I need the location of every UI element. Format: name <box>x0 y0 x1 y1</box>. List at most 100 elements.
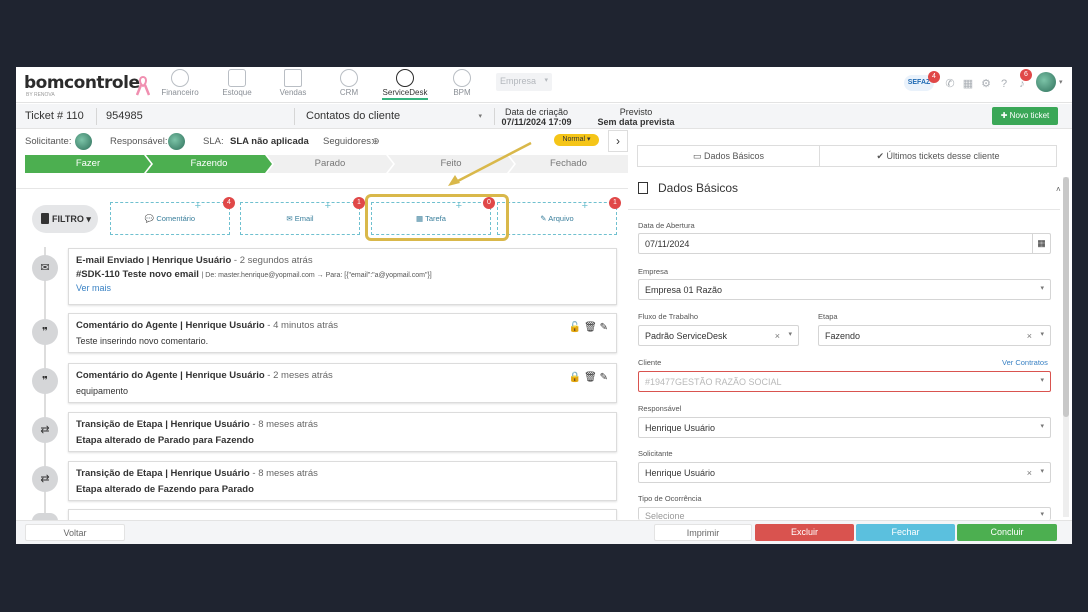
delete-button[interactable]: Excluir <box>755 524 854 541</box>
stage-fazer[interactable]: Fazer <box>25 155 151 173</box>
nav-label: Financeiro <box>161 88 199 97</box>
nav-crm[interactable]: CRM <box>320 69 378 97</box>
see-more-link[interactable]: Ver mais <box>76 283 609 293</box>
item-user: Henrique Usuário <box>185 320 265 331</box>
clear-icon[interactable]: × <box>1027 468 1032 478</box>
sefaz-badge: 4 <box>928 71 940 83</box>
etapa-select-field[interactable]: Fazendo × ▾ <box>818 325 1051 346</box>
dollar-icon <box>171 69 189 87</box>
cliente-select-field[interactable]: #19477GESTÃO RAZÃO SOCIAL ▾ <box>638 371 1051 392</box>
filter-button[interactable]: FILTRO ▾ <box>32 205 98 233</box>
divider <box>96 108 97 125</box>
filter-label: FILTRO <box>52 214 84 224</box>
ver-contratos-link[interactable]: Ver Contratos <box>1002 358 1048 367</box>
calendar-icon[interactable]: ▦ <box>1032 234 1050 253</box>
priority-badge[interactable]: Normal ▾ <box>554 134 599 146</box>
followers-label: Seguidores: <box>323 136 374 147</box>
contact-select[interactable]: Contatos do cliente ▾ <box>306 104 486 129</box>
fluxo-select-field[interactable]: Padrão ServiceDesk × ▾ <box>638 325 799 346</box>
conclude-button[interactable]: Concluir <box>957 524 1057 541</box>
nav-vendas[interactable]: Vendas <box>264 69 322 97</box>
stage-fazendo[interactable]: Fazendo <box>146 155 272 173</box>
responsavel-avatar[interactable] <box>168 133 185 150</box>
tab-label: Dados Básicos <box>703 151 765 161</box>
unlock-icon[interactable]: 🔓 <box>569 322 581 333</box>
lock-icon[interactable]: 🔒 <box>569 372 581 383</box>
chevron-up-icon[interactable]: ˄ <box>1056 185 1061 194</box>
whatsapp-icon[interactable]: ✆ <box>944 78 956 90</box>
print-button[interactable]: Imprimir <box>654 524 752 541</box>
close-ticket-button[interactable]: Fechar <box>856 524 955 541</box>
cliente-value: #19477GESTÃO RAZÃO SOCIAL <box>645 377 782 387</box>
plus-icon: ✚ <box>1000 111 1010 120</box>
plus-icon: + <box>324 200 331 212</box>
trash-icon[interactable]: 🗑 <box>584 322 597 333</box>
gear-icon[interactable]: ⚙ <box>980 78 992 90</box>
ticket-number: Ticket # 110 <box>25 110 84 122</box>
caret-down-icon: ▾ <box>1040 285 1044 292</box>
back-button[interactable]: Voltar <box>25 524 125 541</box>
trash-icon[interactable]: 🗑 <box>584 372 597 383</box>
responsavel-value: Henrique Usuário <box>645 423 716 433</box>
divider <box>628 209 1060 210</box>
tab-ultimos-tickets[interactable]: ✔ Últimos tickets desse cliente <box>820 146 1056 166</box>
item-time: 8 meses atrás <box>258 419 318 430</box>
add-comment-button[interactable]: 💬 Comentário + <box>110 200 230 235</box>
clear-icon[interactable]: × <box>1027 331 1032 341</box>
timeline-item: Transição de Etapa | Henrique Usuário - … <box>68 461 617 501</box>
nav-servicedesk[interactable]: ServiceDesk <box>376 69 434 100</box>
empresa-select-field[interactable]: Empresa 01 Razão ▾ <box>638 279 1051 300</box>
solicitante-select-field[interactable]: Henrique Usuário × ▾ <box>638 462 1051 483</box>
fluxo-label: Fluxo de Trabalho <box>638 312 699 321</box>
nav-label: ServiceDesk <box>382 88 428 97</box>
solicitante-avatar[interactable] <box>75 133 92 150</box>
ocorrencia-label: Tipo de Ocorrência <box>638 494 702 503</box>
nav-financeiro[interactable]: Financeiro <box>151 69 209 97</box>
new-ticket-button[interactable]: ✚ Novo ticket <box>992 107 1058 125</box>
collapse-chevron-icon[interactable]: › <box>608 130 628 152</box>
help-icon[interactable]: ? <box>998 78 1010 90</box>
timeline-item-title: E-mail Enviado | Henrique Usuário - 2 se… <box>76 255 313 266</box>
nav-estoque[interactable]: Estoque <box>208 69 266 97</box>
due-date: Previsto Sem data prevista <box>581 107 691 127</box>
calendar-icon[interactable]: ▦ <box>962 78 974 90</box>
tab-label: Últimos tickets desse cliente <box>886 151 1000 161</box>
user-avatar[interactable] <box>1036 72 1056 92</box>
item-time: 2 meses atrás <box>273 370 333 381</box>
edit-icon[interactable]: ✎ <box>600 322 608 333</box>
caret-down-icon: ▾ <box>1040 331 1044 338</box>
add-email-button[interactable]: ✉ Email + <box>240 200 360 235</box>
abertura-date-field[interactable]: 07/11/2024 ▦ <box>638 233 1051 254</box>
app-logo[interactable]: bomcontrole <box>24 73 140 93</box>
file-label: Arquivo <box>548 214 574 223</box>
caret-down-icon: ▾ <box>1040 423 1044 430</box>
empresa-value: Empresa 01 Razão <box>645 285 723 295</box>
comment-icon: 💬 <box>144 214 157 223</box>
caret-down-icon: ▾ <box>788 331 792 338</box>
solicitante-label: Solicitante: <box>25 136 72 147</box>
item-user: Henrique Usuário <box>185 370 265 381</box>
right-scrollbar[interactable] <box>1063 177 1069 517</box>
clear-icon[interactable]: × <box>775 331 780 341</box>
edit-icon[interactable]: ✎ <box>600 372 608 383</box>
pink-ribbon-icon <box>136 75 150 96</box>
section-title[interactable]: Dados Básicos <box>638 181 738 195</box>
active-indicator <box>382 98 428 100</box>
tab-dados-basicos[interactable]: ▭ Dados Básicos <box>638 146 820 166</box>
transfer-icon: ⇄ <box>32 466 58 492</box>
ocorrencia-select-field[interactable]: Selecione ▾ <box>638 507 1051 521</box>
item-user: Henrique Usuário <box>152 255 232 266</box>
scrollbar-thumb[interactable] <box>1063 177 1069 417</box>
caret-down-icon[interactable]: ▾ <box>1059 78 1063 86</box>
timeline-item-title: Comentário do Agente | Henrique Usuário … <box>76 320 339 331</box>
priority-label: Normal <box>562 136 586 143</box>
timeline-item: Comentário do Agente | Henrique Usuário … <box>68 313 617 353</box>
item-type: Comentário do Agente <box>76 370 178 381</box>
responsavel-select-field[interactable]: Henrique Usuário ▾ <box>638 417 1051 438</box>
add-file-button[interactable]: ✎ Arquivo + <box>497 200 617 235</box>
app-frame: bomcontrole BY RENOVA Financeiro Estoque… <box>16 67 1072 544</box>
add-follower-icon[interactable]: ⊕ <box>372 136 380 147</box>
nav-bpm[interactable]: BPM <box>433 69 491 97</box>
stage-parado[interactable]: Parado <box>267 155 393 173</box>
empresa-select[interactable]: Empresa ▾ <box>496 73 552 91</box>
